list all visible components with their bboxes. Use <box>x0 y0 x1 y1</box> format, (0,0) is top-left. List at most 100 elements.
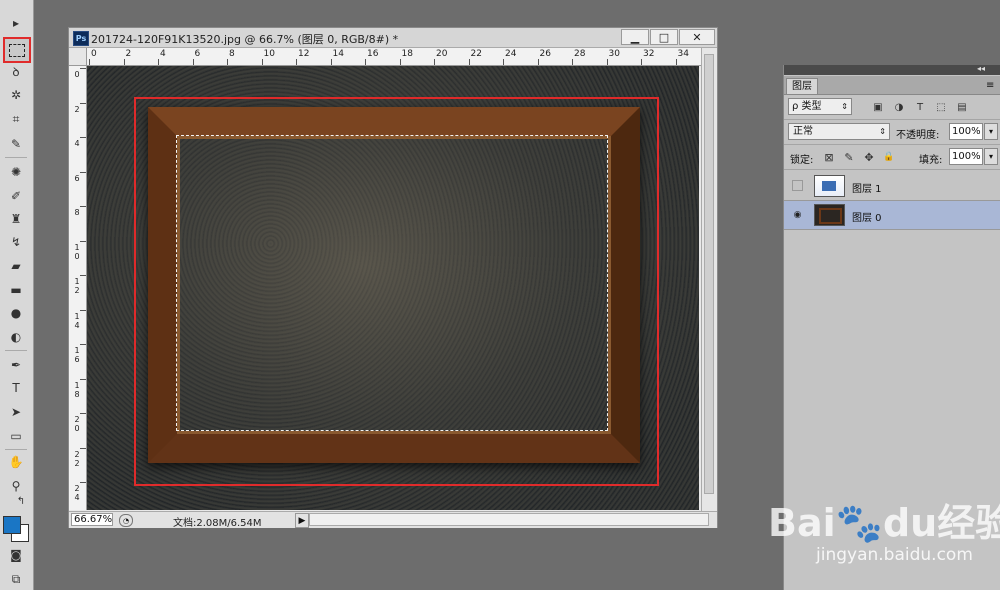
layer-name[interactable]: 图层 1 <box>852 180 882 195</box>
document-titlebar[interactable]: Ps 201724-120F91K13520.jpg @ 66.7% (图层 0… <box>69 28 717 48</box>
tool-separator <box>5 449 27 450</box>
collapse-panel-icon[interactable]: ◂◂ <box>977 64 985 73</box>
ruler-label: 14 <box>332 49 344 59</box>
ruler-tick <box>80 206 86 207</box>
ruler-origin[interactable] <box>69 48 87 66</box>
maximize-button[interactable]: □ <box>650 29 678 45</box>
lock-label: 锁定: <box>790 155 814 166</box>
ruler-label: 6 <box>194 49 201 59</box>
lock-position-icon[interactable]: ✥ <box>862 150 876 164</box>
crop-tool-icon[interactable]: ⌗ <box>4 109 28 129</box>
ruler-label: 26 <box>539 49 551 59</box>
smart-object-filter-icon[interactable]: ▤ <box>955 100 969 114</box>
vertical-scrollbar[interactable] <box>701 48 717 511</box>
dodge-tool-icon[interactable]: ◐ <box>4 327 28 347</box>
layer-row[interactable]: 图层 1 <box>784 172 1000 201</box>
visibility-toggle[interactable] <box>792 180 803 191</box>
eraser-tool-icon[interactable]: ▰ <box>4 256 28 276</box>
image-filter-icon[interactable]: ▣ <box>871 100 885 114</box>
ruler-label: 12 <box>298 49 310 59</box>
ruler-tick <box>537 59 539 65</box>
type-filter-icon[interactable]: T <box>913 100 927 114</box>
rectangular-marquee-tool-icon[interactable] <box>3 37 31 63</box>
scroll-thumb[interactable] <box>704 54 714 494</box>
ruler-tick <box>606 59 608 65</box>
ruler-label: 0 <box>74 70 80 79</box>
lasso-tool-icon[interactable]: ꝺ <box>4 62 28 82</box>
opacity-field[interactable]: 100% <box>949 123 983 140</box>
gradient-tool-icon[interactable]: ▬ <box>4 280 28 300</box>
shape-tool-icon[interactable]: ▭ <box>4 426 28 446</box>
ruler-tick <box>227 59 228 65</box>
ruler-label: 18 <box>74 380 80 399</box>
opacity-dropdown-icon[interactable]: ▾ <box>984 123 998 140</box>
path-selection-tool-icon[interactable]: ➤ <box>4 402 28 422</box>
layer-name[interactable]: 图层 0 <box>852 209 882 224</box>
quick-mask-icon[interactable]: ◙ <box>4 545 28 565</box>
horizontal-scrollbar[interactable] <box>309 513 709 526</box>
brush-tool-icon[interactable]: ✐ <box>4 186 28 206</box>
ruler-tick <box>192 59 194 65</box>
ruler-label: 14 <box>74 311 80 330</box>
vertical-ruler[interactable]: 024681012141618202224 <box>69 66 87 510</box>
ruler-label: 22 <box>470 49 482 59</box>
ruler-label: 24 <box>505 49 517 59</box>
zoom-level-field[interactable]: 66.67% <box>71 513 113 526</box>
zoom-tool-icon[interactable]: ⚲ <box>4 476 28 496</box>
layer-kind-select[interactable]: ρ 类型 ⇕ <box>788 98 852 115</box>
hand-tool-icon[interactable]: ✋ <box>4 452 28 472</box>
ruler-label: 0 <box>91 49 97 59</box>
fill-dropdown-icon[interactable]: ▾ <box>984 148 998 165</box>
ruler-label: 12 <box>74 277 80 295</box>
blend-mode-select[interactable]: 正常 ⇕ <box>788 123 890 140</box>
ruler-label: 32 <box>643 49 655 59</box>
pen-tool-icon[interactable]: ✒ <box>4 355 28 375</box>
ruler-tick <box>123 59 125 65</box>
clone-stamp-tool-icon[interactable]: ♜ <box>4 209 28 229</box>
status-menu-arrow-icon[interactable]: ▶ <box>295 513 309 528</box>
minimize-button[interactable]: ▁ <box>621 29 649 45</box>
ruler-label: 4 <box>160 49 166 59</box>
adjustment-filter-icon[interactable]: ◑ <box>892 100 906 114</box>
panel-tab-row: 图层 ≡ <box>784 76 1000 95</box>
status-info-icon[interactable]: ◔ <box>119 514 133 527</box>
lock-image-icon[interactable]: ✎ <box>842 150 856 164</box>
eyedropper-tool-icon[interactable]: ✎ <box>4 134 28 154</box>
ruler-label: 28 <box>574 49 586 59</box>
lock-all-icon[interactable]: 🔒 <box>882 150 896 164</box>
layer-row-selected[interactable]: ◉ 图层 0 <box>784 201 1000 230</box>
lock-transparent-icon[interactable]: ⊠ <box>822 150 836 164</box>
tab-layers[interactable]: 图层 <box>786 78 818 94</box>
ruler-label: 20 <box>74 415 80 433</box>
watermark-url: jingyan.baidu.com <box>816 545 973 565</box>
ruler-label: 6 <box>74 173 80 183</box>
panel-menu-icon[interactable]: ≡ <box>986 80 994 91</box>
move-tool-icon[interactable]: ▸ <box>4 13 28 33</box>
horizontal-ruler[interactable]: 0 2 4 6 8 10 12 14 16 18 20 22 24 26 28 30 32 34 <box>87 48 709 66</box>
fill-field[interactable]: 100% <box>949 148 983 165</box>
blur-tool-icon[interactable]: ● <box>4 303 28 323</box>
image-canvas[interactable] <box>87 66 699 510</box>
swap-colors-icon[interactable]: ↰ <box>14 496 28 508</box>
history-brush-tool-icon[interactable]: ↯ <box>4 232 28 252</box>
foreground-color-swatch[interactable] <box>3 516 21 534</box>
ruler-tick <box>296 59 297 65</box>
lock-row: 锁定: ⊠ ✎ ✥ 🔒 填充: 100% ▾ <box>784 145 1000 170</box>
ruler-label: 30 <box>608 49 620 59</box>
eye-icon[interactable]: ◉ <box>792 209 803 220</box>
ruler-label: 2 <box>74 104 80 114</box>
opacity-label: 不透明度: <box>896 130 940 141</box>
ruler-label: 4 <box>74 139 80 148</box>
close-button[interactable]: ✕ <box>679 29 715 45</box>
ruler-label: 16 <box>74 346 80 364</box>
ruler-tick <box>261 59 263 65</box>
screen-mode-icon[interactable]: ⧉ <box>4 569 28 589</box>
ruler-tick <box>158 59 159 65</box>
type-tool-icon[interactable]: T <box>4 378 28 398</box>
quick-selection-tool-icon[interactable]: ✲ <box>4 85 28 105</box>
ruler-tick <box>80 68 86 69</box>
baidu-jingyan-logo: Bai🐾du经验 <box>768 501 1000 545</box>
spot-healing-tool-icon[interactable]: ✺ <box>4 162 28 182</box>
ruler-label: 22 <box>74 449 80 468</box>
shape-filter-icon[interactable]: ⬚ <box>934 100 948 114</box>
